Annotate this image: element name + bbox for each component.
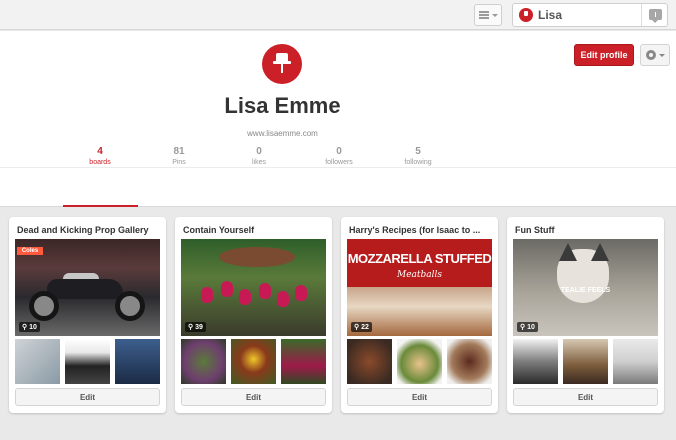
stat-followers[interactable]: 0 followers	[309, 146, 369, 168]
settings-button[interactable]	[640, 44, 670, 66]
flower	[277, 291, 289, 307]
pin-count-badge: ⚲ 39	[185, 322, 206, 332]
dog-ear	[559, 243, 577, 261]
stat-label: likes	[251, 159, 266, 166]
chevron-down-icon	[658, 53, 665, 57]
board-thumbnail[interactable]	[15, 339, 60, 384]
board-edit-button[interactable]: Edit	[15, 388, 160, 406]
divider	[641, 4, 642, 26]
board-thumbnail[interactable]	[115, 339, 160, 384]
board-title[interactable]: Dead and Kicking Prop Gallery	[17, 225, 159, 235]
board-thumbnail[interactable]	[281, 339, 326, 384]
board-thumbnail[interactable]	[65, 339, 110, 384]
stat-boards[interactable]: 4 boards	[70, 146, 130, 168]
board-edit-button[interactable]: Edit	[181, 388, 326, 406]
stat-following[interactable]: 5 following	[388, 146, 448, 168]
pin-count: 22	[361, 324, 369, 331]
pin-count-badge: ⚲ 10	[517, 322, 538, 332]
board-edit-button[interactable]: Edit	[347, 388, 492, 406]
stat-pins[interactable]: 81 Pins	[149, 146, 209, 168]
flower-pot	[219, 247, 295, 267]
profile-website-link[interactable]: www.lisaemme.com	[0, 129, 565, 138]
profile-avatar	[262, 44, 302, 84]
board-thumbnail[interactable]	[181, 339, 226, 384]
user-name: Lisa	[538, 8, 563, 22]
messages-icon[interactable]	[649, 9, 662, 23]
board-thumbnail[interactable]	[447, 339, 492, 384]
stat-label: following	[404, 159, 432, 166]
recipe-subtitle: Meatballs	[396, 270, 443, 280]
flower	[259, 283, 271, 299]
pin-count-badge: ⚲ 22	[351, 322, 372, 332]
pin-count: 10	[527, 324, 535, 331]
motorbike-wheel	[115, 291, 145, 321]
user-menu-button[interactable]: Lisa	[512, 3, 668, 27]
stat-label: Pins	[172, 159, 186, 166]
board-title[interactable]: Contain Yourself	[183, 225, 325, 235]
board-card[interactable]: Harry's Recipes (for Isaac to ... MOZZAR…	[341, 217, 498, 413]
stat-count: 5	[415, 146, 421, 157]
motorbike-body	[47, 279, 123, 299]
hamburger-menu-icon	[478, 11, 489, 19]
stat-count: 81	[173, 146, 185, 157]
menu-button[interactable]	[474, 4, 502, 26]
board-thumbnail[interactable]	[397, 339, 442, 384]
stat-label: boards	[89, 159, 111, 166]
stat-likes[interactable]: 0 likes	[229, 146, 289, 168]
motorbike-wheel	[29, 291, 59, 321]
stat-count: 4	[97, 146, 103, 157]
stat-label: followers	[325, 159, 353, 166]
board-thumbnail[interactable]	[513, 339, 558, 384]
pushpin-icon	[273, 53, 291, 73]
board-card[interactable]: Fun Stuff TEALIE FEELS ⚲ 10 Edit	[507, 217, 664, 413]
stat-count: 0	[256, 146, 262, 157]
stat-count: 0	[336, 146, 342, 157]
gear-icon	[645, 50, 656, 60]
board-cover-image[interactable]: ⚲ 39	[181, 239, 326, 336]
recipe-title: MOZZARELLA STUFFED	[347, 251, 492, 266]
top-bar: Lisa	[0, 0, 676, 30]
board-thumbnail[interactable]	[613, 339, 658, 384]
pin-count: 10	[29, 324, 37, 331]
board-cover-image[interactable]: MOZZARELLA STUFFED Meatballs ⚲ 22	[347, 239, 492, 336]
board-edit-button[interactable]: Edit	[513, 388, 658, 406]
pin-count: 39	[195, 324, 203, 331]
active-tab-indicator	[63, 205, 138, 207]
edit-profile-button[interactable]: Edit profile	[574, 44, 634, 66]
meme-caption: TEALIE FEELS	[560, 287, 611, 294]
board-thumbnail[interactable]	[231, 339, 276, 384]
pin-count-badge: ⚲ 10	[19, 322, 40, 332]
flower	[295, 285, 307, 301]
chevron-down-icon	[491, 13, 498, 17]
board-card[interactable]: Contain Yourself ⚲ 39 Edit	[175, 217, 332, 413]
board-cover-image[interactable]: TEALIE FEELS ⚲ 10	[513, 239, 658, 336]
profile-name: Lisa Emme	[224, 93, 341, 118]
dog-ear	[591, 243, 609, 261]
user-avatar-pin-icon	[519, 8, 533, 22]
flower	[201, 287, 213, 303]
flower	[221, 281, 233, 297]
board-cover-image[interactable]: Coles ⚲ 10	[15, 239, 160, 336]
board-title[interactable]: Harry's Recipes (for Isaac to ...	[349, 225, 491, 235]
neon-sign: Coles	[17, 247, 43, 255]
board-thumbnail[interactable]	[563, 339, 608, 384]
profile-header: Lisa Emme www.lisaemme.com Edit profile	[0, 31, 676, 207]
flower	[239, 289, 251, 305]
board-title[interactable]: Fun Stuff	[515, 225, 657, 235]
board-thumbnail[interactable]	[347, 339, 392, 384]
board-card[interactable]: Dead and Kicking Prop Gallery Coles ⚲ 10…	[9, 217, 166, 413]
